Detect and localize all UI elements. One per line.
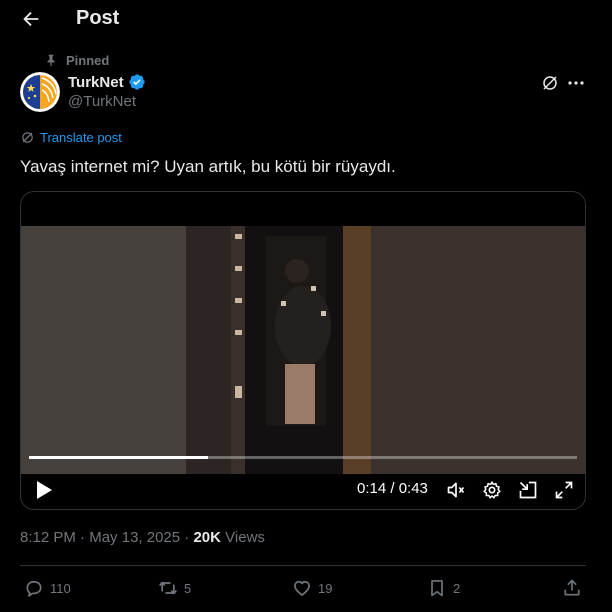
fullscreen-icon — [555, 481, 573, 499]
grok-button[interactable] — [541, 74, 559, 92]
back-button[interactable] — [20, 8, 42, 30]
more-button[interactable] — [566, 74, 586, 92]
author-info[interactable]: TurkNet @TurkNet — [68, 73, 146, 110]
bookmark-count: 2 — [453, 580, 461, 596]
mute-icon — [447, 482, 465, 498]
page-title: Post — [76, 7, 120, 29]
translate-label[interactable]: Translate post — [40, 130, 122, 145]
play-button[interactable] — [35, 480, 53, 500]
post-date[interactable]: May 13, 2025 — [89, 529, 180, 546]
repost-count: 5 — [184, 580, 192, 596]
verified-badge-icon — [128, 74, 145, 90]
minimize-player-button[interactable] — [518, 480, 538, 500]
turknet-logo-icon — [20, 72, 60, 112]
video-time: 0:14 / 0:43 — [357, 480, 428, 497]
translate-post-link[interactable]: Translate post — [20, 130, 122, 145]
pinned-label: Pinned — [66, 52, 110, 68]
action-bar: 110 5 19 2 — [0, 576, 612, 602]
reply-count: 110 — [50, 580, 71, 596]
top-bar: Post — [0, 0, 612, 40]
author-handle[interactable]: @TurkNet — [68, 93, 146, 110]
play-icon — [37, 481, 52, 499]
post-time[interactable]: 8:12 PM — [20, 529, 76, 546]
settings-button[interactable] — [482, 480, 502, 500]
more-icon — [568, 81, 584, 85]
bookmark-button[interactable]: 2 — [427, 578, 460, 598]
grok-icon — [543, 76, 557, 90]
meta-separator: · — [80, 529, 86, 546]
video-still-image — [21, 226, 585, 474]
like-button[interactable]: 19 — [292, 578, 332, 598]
post-text: Yavaş internet mi? Uyan artık, bu kötü b… — [20, 157, 396, 176]
pin-icon — [47, 54, 55, 67]
like-count: 19 — [318, 580, 333, 596]
divider — [20, 565, 586, 566]
reply-button[interactable]: 110 — [24, 578, 71, 598]
mute-button[interactable] — [446, 480, 466, 500]
video-progress-bar[interactable] — [29, 456, 577, 459]
meta-separator: · — [184, 529, 190, 546]
video-frame[interactable] — [21, 226, 585, 474]
video-progress-fill — [29, 456, 208, 459]
minimize-icon — [519, 481, 537, 499]
reply-icon — [26, 580, 42, 597]
settings-icon — [483, 481, 501, 499]
like-icon — [294, 580, 310, 596]
translate-icon — [22, 132, 33, 143]
bookmark-icon — [431, 580, 443, 597]
pinned-indicator: Pinned — [44, 52, 109, 68]
repost-icon — [159, 581, 177, 595]
fullscreen-button[interactable] — [554, 480, 574, 500]
post-meta: 8:12 PM · May 13, 2025 · 20K Views — [20, 529, 265, 546]
video-controls: 0:14 / 0:43 — [21, 474, 585, 509]
views-count: 20K — [193, 529, 221, 546]
video-player[interactable]: 0:14 / 0:43 — [20, 191, 586, 510]
avatar[interactable] — [20, 72, 60, 112]
views-label: Views — [225, 529, 265, 546]
author-name[interactable]: TurkNet — [68, 74, 124, 91]
back-arrow-icon — [23, 11, 39, 27]
repost-button[interactable]: 5 — [158, 578, 191, 598]
share-button[interactable] — [562, 578, 582, 598]
share-icon — [564, 579, 580, 596]
